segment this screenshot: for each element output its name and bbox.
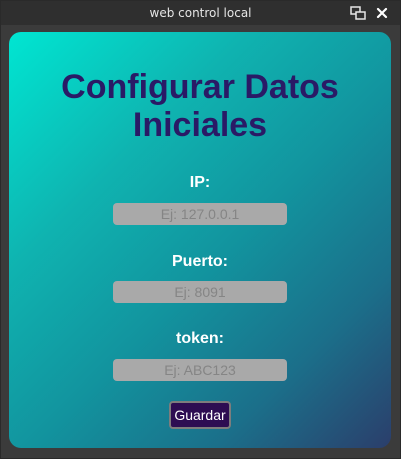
port-input[interactable] [113,281,287,303]
page-title: Configurar Datos Iniciales [9,68,391,144]
page-title-line-2: Iniciales [132,106,268,144]
page-title-line-1: Configurar Datos [61,68,339,106]
port-label: Puerto: [172,253,228,270]
window-controls [350,5,390,21]
config-panel: Configurar Datos Iniciales IP: Puerto: t… [9,32,391,448]
ip-input[interactable] [113,203,287,225]
restore-icon[interactable] [350,5,366,21]
title-bar: web control local [1,1,400,25]
ip-label: IP: [189,174,211,191]
window-title: web control local [149,6,252,20]
token-input[interactable] [113,359,287,381]
token-label: token: [176,330,224,347]
close-icon[interactable] [374,5,390,21]
app-window: web control local Configurar Datos Inici… [0,0,401,459]
save-button[interactable]: Guardar [169,401,231,429]
